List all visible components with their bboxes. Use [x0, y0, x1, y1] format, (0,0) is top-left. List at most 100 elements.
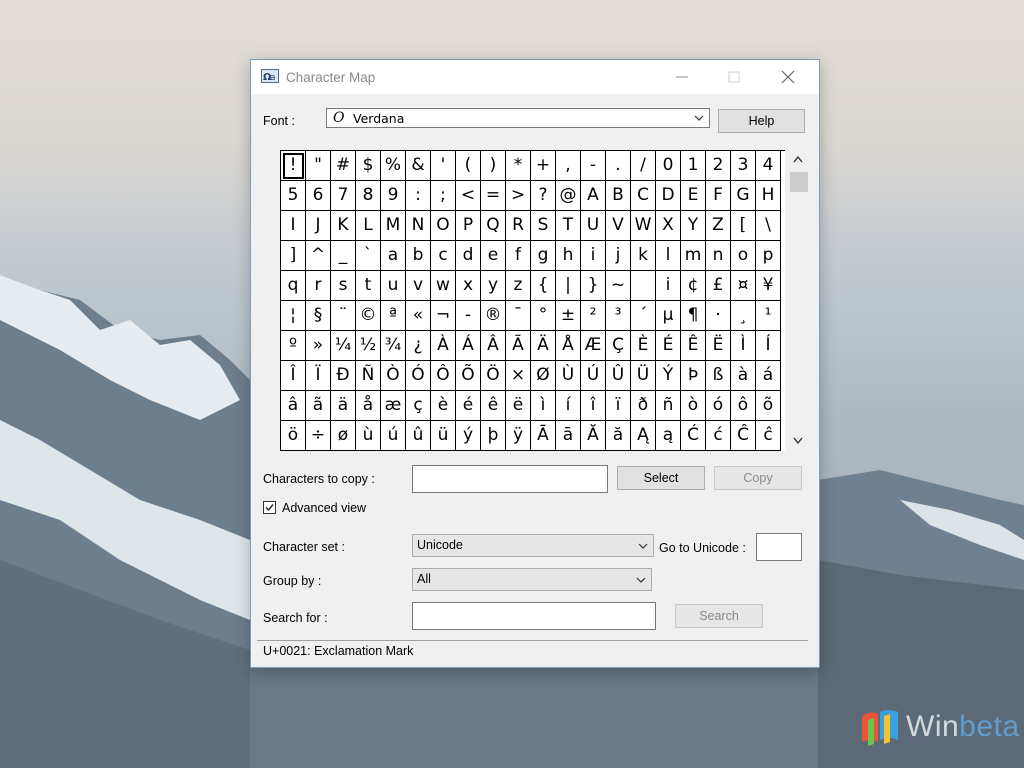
character-cell[interactable]: ¥	[756, 271, 781, 301]
character-cell[interactable]: Ú	[581, 361, 606, 391]
character-cell[interactable]: þ	[481, 421, 506, 451]
character-cell[interactable]: b	[406, 241, 431, 271]
character-cell[interactable]: ĉ	[756, 421, 781, 451]
group-by-dropdown[interactable]: All	[412, 568, 652, 591]
character-cell[interactable]: §	[306, 301, 331, 331]
character-cell[interactable]: ï	[606, 391, 631, 421]
character-cell[interactable]: Ą	[631, 421, 656, 451]
character-cell[interactable]: -	[581, 151, 606, 181]
character-cell[interactable]: o	[731, 241, 756, 271]
character-cell[interactable]: ®	[481, 301, 506, 331]
character-cell[interactable]: c	[431, 241, 456, 271]
character-cell[interactable]: é	[456, 391, 481, 421]
character-cell[interactable]: @	[556, 181, 581, 211]
character-cell[interactable]: Ô	[431, 361, 456, 391]
character-cell[interactable]: i	[656, 271, 681, 301]
character-cell[interactable]: «	[406, 301, 431, 331]
character-cell[interactable]: K	[331, 211, 356, 241]
character-cell[interactable]: {	[531, 271, 556, 301]
character-cell[interactable]: 7	[331, 181, 356, 211]
character-cell[interactable]: Ê	[681, 331, 706, 361]
character-cell[interactable]: l	[656, 241, 681, 271]
character-cell[interactable]: /	[631, 151, 656, 181]
character-cell[interactable]: T	[556, 211, 581, 241]
character-cell[interactable]: ü	[431, 421, 456, 451]
character-cell[interactable]: Z	[706, 211, 731, 241]
character-cell[interactable]: Ë	[706, 331, 731, 361]
character-cell[interactable]: Ā	[531, 421, 556, 451]
character-cell[interactable]: C	[631, 181, 656, 211]
character-cell[interactable]: á	[756, 361, 781, 391]
character-cell[interactable]: B	[606, 181, 631, 211]
character-cell[interactable]: ¶	[681, 301, 706, 331]
character-grid[interactable]: ! " # $% & '() * +, -./0 1 2 3 4 5 6 7 8 9:; < = >? @ A B C D E F G H…	[280, 150, 785, 451]
character-cell[interactable]: 2	[706, 151, 731, 181]
character-cell[interactable]: ă	[606, 421, 631, 451]
character-cell[interactable]: ä	[331, 391, 356, 421]
character-cell[interactable]: k	[631, 241, 656, 271]
character-cell[interactable]: %	[381, 151, 406, 181]
character-cell[interactable]: y	[481, 271, 506, 301]
character-cell[interactable]: Ñ	[356, 361, 381, 391]
select-button[interactable]: Select	[617, 466, 705, 490]
character-cell[interactable]: À	[431, 331, 456, 361]
character-cell[interactable]: ±	[556, 301, 581, 331]
character-cell[interactable]: Ý	[656, 361, 681, 391]
character-cell[interactable]: ¾	[381, 331, 406, 361]
scroll-up-arrow-icon[interactable]	[788, 152, 808, 168]
character-cell[interactable]: g	[531, 241, 556, 271]
character-cell[interactable]: à	[731, 361, 756, 391]
character-cell[interactable]: î	[581, 391, 606, 421]
advanced-view-checkbox[interactable]	[263, 501, 276, 514]
character-cell[interactable]: z	[506, 271, 531, 301]
go-to-unicode-input[interactable]	[756, 533, 802, 561]
character-cell[interactable]: r	[306, 271, 331, 301]
character-cell[interactable]: Ð	[331, 361, 356, 391]
character-cell[interactable]: `	[356, 241, 381, 271]
character-cell[interactable]: 1	[681, 151, 706, 181]
character-cell[interactable]: i	[581, 241, 606, 271]
character-cell[interactable]: ì	[531, 391, 556, 421]
character-cell[interactable]: ³	[606, 301, 631, 331]
character-cell[interactable]: d	[456, 241, 481, 271]
character-cell[interactable]: f	[506, 241, 531, 271]
scrollbar-thumb[interactable]	[790, 172, 808, 192]
character-cell[interactable]: ý	[456, 421, 481, 451]
character-cell[interactable]: ½	[356, 331, 381, 361]
character-cell[interactable]: =	[481, 181, 506, 211]
character-cell[interactable]: ¤	[731, 271, 756, 301]
character-cell[interactable]: ã	[306, 391, 331, 421]
character-cell[interactable]: Ü	[631, 361, 656, 391]
character-cell[interactable]: É	[656, 331, 681, 361]
character-cell[interactable]: !	[281, 151, 306, 181]
character-cell[interactable]: a	[381, 241, 406, 271]
character-cell[interactable]: í	[556, 391, 581, 421]
character-cell[interactable]: U	[581, 211, 606, 241]
character-cell[interactable]: s	[331, 271, 356, 301]
character-cell[interactable]: ð	[631, 391, 656, 421]
character-cell[interactable]: ÿ	[506, 421, 531, 451]
character-cell[interactable]: |	[556, 271, 581, 301]
character-cell[interactable]: w	[431, 271, 456, 301]
character-cell[interactable]: ÷	[306, 421, 331, 451]
character-cell[interactable]: A	[581, 181, 606, 211]
character-cell[interactable]: 3	[731, 151, 756, 181]
character-cell[interactable]: ·	[706, 301, 731, 331]
character-cell[interactable]: â	[281, 391, 306, 421]
character-cell[interactable]: G	[731, 181, 756, 211]
character-cell[interactable]: 4	[756, 151, 781, 181]
character-cell[interactable]: 9	[381, 181, 406, 211]
character-cell[interactable]: Ă	[581, 421, 606, 451]
character-cell[interactable]: "	[306, 151, 331, 181]
character-cell[interactable]: ç	[406, 391, 431, 421]
character-cell[interactable]: F	[706, 181, 731, 211]
character-cell[interactable]: ß	[706, 361, 731, 391]
search-button[interactable]: Search	[675, 604, 763, 628]
character-cell[interactable]: 6	[306, 181, 331, 211]
character-cell[interactable]: }	[581, 271, 606, 301]
character-cell[interactable]: <	[456, 181, 481, 211]
character-cell[interactable]: t	[356, 271, 381, 301]
character-cell[interactable]: Û	[606, 361, 631, 391]
character-set-dropdown[interactable]: Unicode	[412, 534, 654, 557]
character-cell[interactable]: q	[281, 271, 306, 301]
